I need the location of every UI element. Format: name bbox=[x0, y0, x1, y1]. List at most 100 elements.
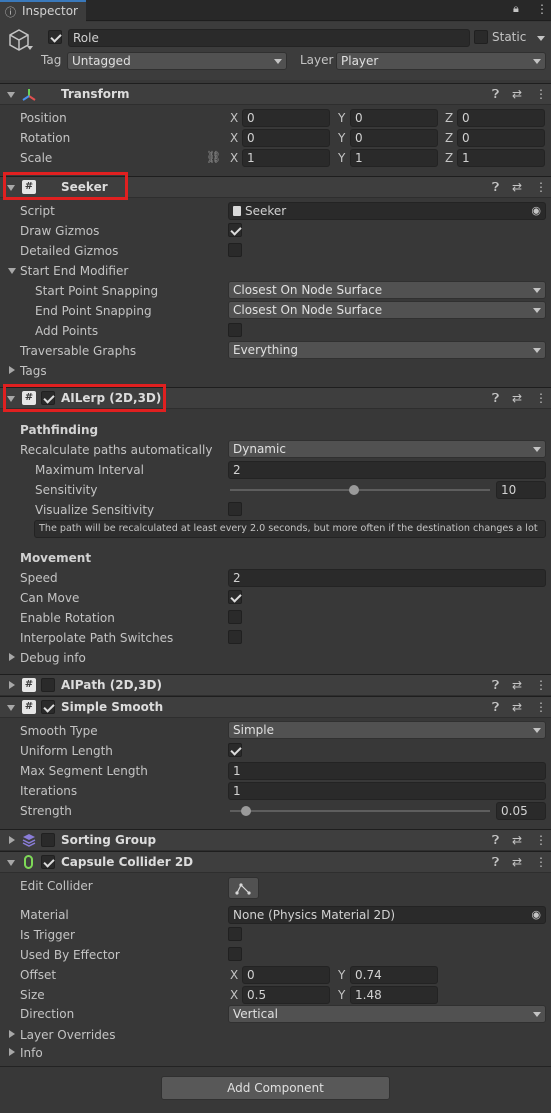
help-icon[interactable]: ❓︎ bbox=[492, 676, 499, 694]
info-label[interactable]: Info bbox=[20, 1043, 43, 1063]
interpolate-path-switches-checkbox[interactable] bbox=[228, 630, 242, 644]
context-menu-icon[interactable]: ⋮ bbox=[535, 178, 547, 196]
tag-dropdown[interactable]: Untagged bbox=[67, 52, 287, 70]
context-menu-icon[interactable]: ⋮ bbox=[535, 831, 547, 849]
strength-field[interactable]: 0.05 bbox=[496, 802, 546, 820]
foldout-arrow-icon[interactable] bbox=[9, 1048, 15, 1056]
tab-inspector[interactable]: ⓘ Inspector bbox=[0, 0, 86, 22]
offset-y-field[interactable]: 0.74 bbox=[350, 966, 438, 984]
tab-menu-icon[interactable]: ⋮ bbox=[536, 2, 548, 16]
speed-field[interactable]: 2 bbox=[228, 569, 546, 587]
context-menu-icon[interactable]: ⋮ bbox=[535, 698, 547, 716]
context-menu-icon[interactable]: ⋮ bbox=[535, 853, 547, 871]
position-z-field[interactable]: 0 bbox=[457, 109, 545, 127]
used-by-effector-checkbox[interactable] bbox=[228, 947, 242, 961]
help-icon[interactable]: ❓︎ bbox=[492, 831, 499, 849]
strength-slider-knob[interactable] bbox=[241, 806, 251, 816]
sensitivity-slider-track[interactable] bbox=[230, 489, 490, 491]
help-icon[interactable]: ❓︎ bbox=[492, 853, 499, 871]
active-checkbox[interactable] bbox=[48, 30, 62, 44]
can-move-checkbox[interactable] bbox=[228, 590, 242, 604]
max-interval-field[interactable]: 2 bbox=[228, 461, 546, 479]
max-segment-length-field[interactable]: 1 bbox=[228, 762, 546, 780]
preset-icon[interactable]: ⇄ bbox=[512, 676, 522, 694]
context-menu-icon[interactable]: ⋮ bbox=[535, 85, 547, 103]
script-field[interactable]: Seeker ◉ bbox=[228, 202, 546, 220]
foldout-arrow-icon[interactable] bbox=[9, 681, 15, 689]
scale-x-field[interactable]: 1 bbox=[242, 149, 330, 167]
foldout-arrow-icon[interactable] bbox=[7, 860, 15, 866]
capsule-collider-header[interactable]: Capsule Collider 2D ❓︎ ⇄ ⋮ bbox=[0, 851, 551, 873]
foldout-arrow-icon[interactable] bbox=[9, 653, 15, 661]
scale-y-field[interactable]: 1 bbox=[350, 149, 438, 167]
context-menu-icon[interactable]: ⋮ bbox=[535, 389, 547, 407]
transform-header[interactable]: Transform ❓︎ ⇄ ⋮ bbox=[0, 83, 551, 105]
enable-rotation-checkbox[interactable] bbox=[228, 610, 242, 624]
preset-icon[interactable]: ⇄ bbox=[512, 389, 522, 407]
position-y-field[interactable]: 0 bbox=[350, 109, 438, 127]
help-icon[interactable]: ❓︎ bbox=[492, 389, 499, 407]
preset-icon[interactable]: ⇄ bbox=[512, 698, 522, 716]
strength-slider-track[interactable] bbox=[230, 810, 490, 812]
sensitivity-field[interactable]: 10 bbox=[496, 481, 546, 499]
object-name-field[interactable]: Role bbox=[68, 29, 470, 47]
simple-smooth-header[interactable]: # Simple Smooth ❓︎ ⇄ ⋮ bbox=[0, 696, 551, 718]
foldout-arrow-icon[interactable] bbox=[9, 1030, 15, 1038]
sorting-group-enabled-checkbox[interactable] bbox=[41, 833, 55, 847]
add-points-checkbox[interactable] bbox=[228, 323, 242, 337]
is-trigger-checkbox[interactable] bbox=[228, 927, 242, 941]
direction-dropdown[interactable]: Vertical bbox=[228, 1005, 546, 1023]
preset-icon[interactable]: ⇄ bbox=[512, 831, 522, 849]
preset-icon[interactable]: ⇄ bbox=[512, 85, 522, 103]
lock-icon[interactable]: 🔒︎ bbox=[513, 2, 519, 16]
start-end-modifier-label[interactable]: Start End Modifier bbox=[20, 261, 128, 281]
rotation-x-field[interactable]: 0 bbox=[242, 129, 330, 147]
sensitivity-slider-knob[interactable] bbox=[349, 485, 359, 495]
object-picker-icon[interactable]: ◉ bbox=[531, 907, 541, 923]
iterations-field[interactable]: 1 bbox=[228, 782, 546, 800]
capsule-collider-enabled-checkbox[interactable] bbox=[41, 855, 55, 869]
aipath-enabled-checkbox[interactable] bbox=[41, 678, 55, 692]
static-checkbox[interactable] bbox=[474, 30, 488, 44]
sorting-group-header[interactable]: Sorting Group ❓︎ ⇄ ⋮ bbox=[0, 829, 551, 851]
layer-dropdown[interactable]: Player bbox=[336, 52, 546, 70]
foldout-arrow-icon[interactable] bbox=[9, 366, 15, 374]
object-picker-icon[interactable]: ◉ bbox=[531, 203, 541, 219]
debug-info-label[interactable]: Debug info bbox=[20, 648, 86, 668]
end-point-snapping-dropdown[interactable]: Closest On Node Surface bbox=[228, 301, 546, 319]
offset-x-field[interactable]: 0 bbox=[242, 966, 330, 984]
foldout-arrow-icon[interactable] bbox=[7, 705, 15, 711]
material-field[interactable]: None (Physics Material 2D) ◉ bbox=[228, 906, 546, 924]
uniform-length-checkbox[interactable] bbox=[228, 743, 242, 757]
visualize-sensitivity-checkbox[interactable] bbox=[228, 502, 242, 516]
detailed-gizmos-checkbox[interactable] bbox=[228, 243, 242, 257]
preset-icon[interactable]: ⇄ bbox=[512, 178, 522, 196]
start-point-snapping-dropdown[interactable]: Closest On Node Surface bbox=[228, 281, 546, 299]
help-icon[interactable]: ❓︎ bbox=[492, 85, 499, 103]
scale-z-field[interactable]: 1 bbox=[457, 149, 545, 167]
traversable-graphs-dropdown[interactable]: Everything bbox=[228, 341, 546, 359]
preset-icon[interactable]: ⇄ bbox=[512, 853, 522, 871]
icon-dropdown-arrow[interactable] bbox=[27, 46, 33, 50]
add-component-button[interactable]: Add Component bbox=[161, 1076, 390, 1100]
position-x-field[interactable]: 0 bbox=[242, 109, 330, 127]
simple-smooth-enabled-checkbox[interactable] bbox=[41, 700, 55, 714]
edit-collider-button[interactable] bbox=[228, 877, 259, 899]
layer-overrides-label[interactable]: Layer Overrides bbox=[20, 1025, 115, 1045]
tags-label[interactable]: Tags bbox=[20, 361, 47, 381]
help-icon[interactable]: ❓︎ bbox=[492, 178, 499, 196]
static-dropdown-arrow[interactable] bbox=[537, 36, 545, 41]
smooth-type-dropdown[interactable]: Simple bbox=[228, 721, 546, 739]
help-icon[interactable]: ❓︎ bbox=[492, 698, 499, 716]
recalculate-dropdown[interactable]: Dynamic bbox=[228, 440, 546, 458]
rotation-z-field[interactable]: 0 bbox=[457, 129, 545, 147]
size-y-field[interactable]: 1.48 bbox=[350, 986, 438, 1004]
draw-gizmos-checkbox[interactable] bbox=[228, 223, 242, 237]
aipath-header[interactable]: # AIPath (2D,3D) ❓︎ ⇄ ⋮ bbox=[0, 674, 551, 696]
constrain-proportions-icon[interactable]: ⛓︎ bbox=[206, 150, 221, 164]
foldout-arrow-icon[interactable] bbox=[9, 836, 15, 844]
foldout-arrow-icon[interactable] bbox=[8, 268, 16, 274]
size-x-field[interactable]: 0.5 bbox=[242, 986, 330, 1004]
context-menu-icon[interactable]: ⋮ bbox=[535, 676, 547, 694]
foldout-arrow-icon[interactable] bbox=[7, 92, 15, 98]
